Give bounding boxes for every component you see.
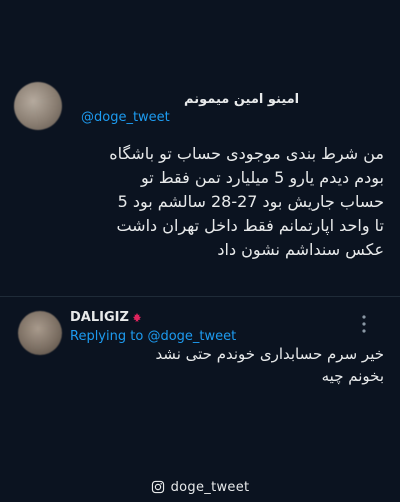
- reply-text: خیر سرم حسابداری خوندم حتی نشد بخونم چیه: [60, 343, 384, 387]
- tweet-text-line: حساب جاریش بود 27-28 سالشم بود 5: [117, 192, 384, 211]
- more-vertical-icon[interactable]: [362, 315, 366, 333]
- tweet-text-line: بودم دیدم یارو 5 میلیارد تمن فقط تو: [141, 168, 384, 187]
- maple-leaf-icon: [132, 312, 141, 322]
- instagram-icon: [151, 480, 164, 494]
- footer-handle: doge_tweet: [170, 479, 250, 495]
- replying-prefix: Replying to: [70, 329, 144, 344]
- author-handle[interactable]: @doge_tweet: [81, 110, 170, 125]
- replying-to: Replying to @doge_tweet: [70, 329, 236, 344]
- author-name[interactable]: امینو امین میمونم: [184, 92, 299, 107]
- tweet-text: من شرط بندی موجودی حساب تو باشگاه بودم د…: [18, 142, 384, 262]
- reply-author[interactable]: DALIGIZ: [70, 310, 143, 325]
- footer-watermark: doge_tweet: [0, 472, 400, 502]
- avatar[interactable]: [14, 82, 62, 130]
- reply-text-line: بخونم چیه: [321, 367, 384, 385]
- reply-avatar[interactable]: [18, 311, 62, 355]
- main-tweet: امینو امین میمونم @doge_tweet من شرط بند…: [0, 70, 400, 296]
- tweet-text-line: عکس سنداشم نشون داد: [217, 240, 384, 259]
- replying-handle[interactable]: @doge_tweet: [147, 329, 236, 344]
- tweet-text-line: تا واحد اپارتمانم فقط داخل تهران داشت: [116, 216, 384, 235]
- reply-author-name[interactable]: DALIGIZ: [70, 310, 129, 325]
- reply-tweet: DALIGIZ Replying to @doge_tweet خیر سرم …: [0, 297, 400, 427]
- reply-text-line: خیر سرم حسابداری خوندم حتی نشد: [155, 345, 384, 363]
- tweet-text-line: من شرط بندی موجودی حساب تو باشگاه: [109, 144, 384, 163]
